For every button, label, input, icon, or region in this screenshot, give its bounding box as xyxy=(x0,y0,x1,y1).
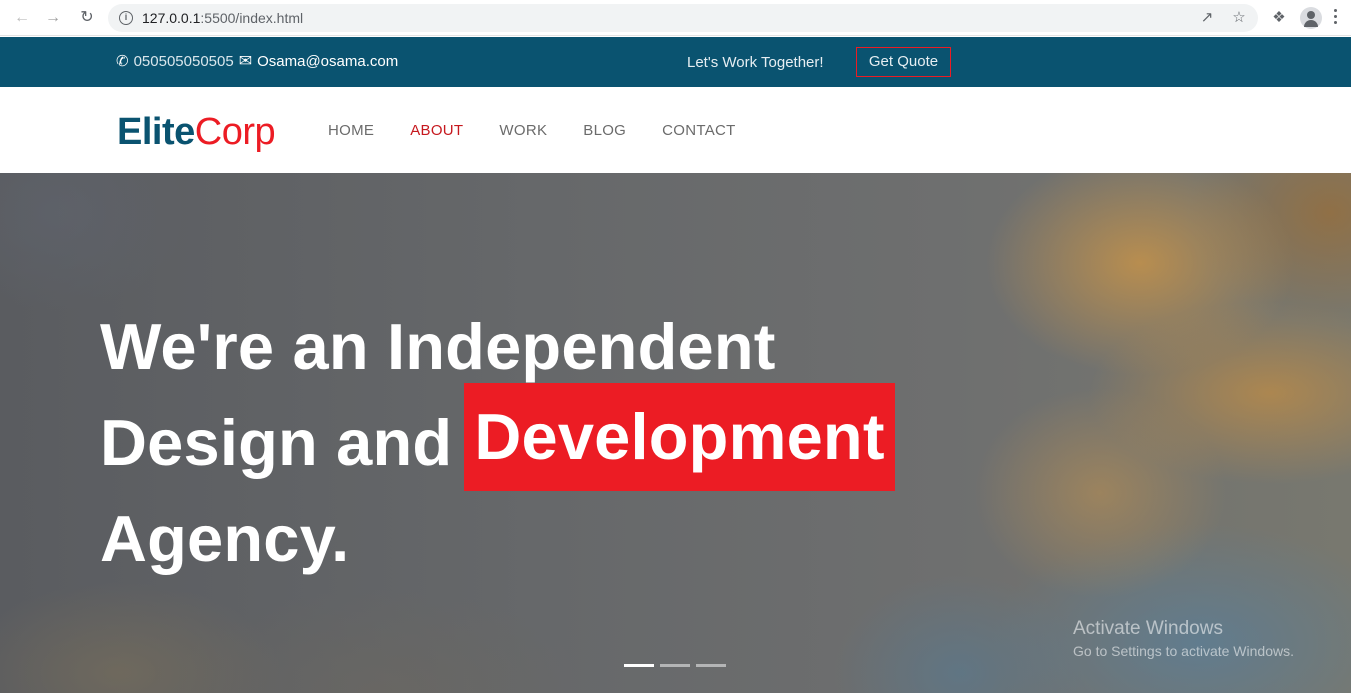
nav-item-about[interactable]: ABOUT xyxy=(410,122,463,139)
hero-highlight: Development xyxy=(464,383,895,491)
nav-item-work[interactable]: WORK xyxy=(499,122,547,139)
site-logo[interactable]: EliteCorp xyxy=(117,111,276,154)
get-quote-button[interactable]: Get Quote xyxy=(856,47,951,77)
bookmark-star-icon[interactable]: ☆ xyxy=(1230,9,1248,27)
forward-arrow-icon[interactable]: → xyxy=(43,8,63,28)
nav-item-blog[interactable]: BLOG xyxy=(583,122,626,139)
hero-heading: We're an Independent Design and Developme… xyxy=(100,299,895,587)
windows-activation-watermark: Activate Windows Go to Settings to activ… xyxy=(1073,618,1294,659)
logo-part-elite: Elite xyxy=(117,111,195,153)
watermark-title: Activate Windows xyxy=(1073,618,1223,639)
hero-line-3: Agency. xyxy=(100,502,350,575)
url-text[interactable]: 127.0.0.1:5500/index.html xyxy=(142,10,303,26)
hero-line-2: Design and Development xyxy=(100,383,895,491)
phone-number: 050505050505 xyxy=(133,52,234,70)
address-bar[interactable]: i 127.0.0.1:5500/index.html ↗ ☆ xyxy=(108,4,1258,32)
carousel-indicator-1[interactable] xyxy=(624,664,654,667)
reload-icon[interactable]: ↻ xyxy=(77,8,97,28)
browser-menu-icon[interactable] xyxy=(1332,9,1338,27)
hero-line-2-prefix: Design and xyxy=(100,406,453,479)
carousel-indicator-3[interactable] xyxy=(696,664,726,667)
site-info-icon[interactable]: i xyxy=(119,11,133,25)
contact-info: ✆ 050505050505 ✉ Osama@osama.com xyxy=(116,51,398,71)
logo-part-corp: Corp xyxy=(194,111,276,153)
tagline-text: Let's Work Together! xyxy=(687,54,824,71)
carousel-indicator-2[interactable] xyxy=(660,664,690,667)
nav-menu: HOME ABOUT WORK BLOG CONTACT xyxy=(328,122,772,139)
back-arrow-icon[interactable]: ← xyxy=(12,8,32,28)
main-navbar: EliteCorp HOME ABOUT WORK BLOG CONTACT xyxy=(0,87,1351,173)
url-host: 127.0.0.1 xyxy=(142,10,201,26)
watermark-subtitle: Go to Settings to activate Windows. xyxy=(1073,643,1294,659)
top-info-bar: ✆ 050505050505 ✉ Osama@osama.com Let's W… xyxy=(0,37,1351,87)
nav-item-home[interactable]: HOME xyxy=(328,122,374,139)
nav-item-contact[interactable]: CONTACT xyxy=(662,122,735,139)
envelope-icon: ✉ xyxy=(238,53,253,70)
email-address: Osama@osama.com xyxy=(257,52,399,70)
phone-icon: ✆ xyxy=(116,53,129,70)
url-path: :5500/index.html xyxy=(200,10,304,26)
profile-avatar-icon[interactable] xyxy=(1300,7,1322,29)
extensions-puzzle-icon[interactable]: ❖ xyxy=(1270,9,1288,27)
hero-line-1: We're an Independent xyxy=(100,310,776,383)
carousel-indicators xyxy=(624,664,732,667)
share-icon[interactable]: ↗ xyxy=(1198,9,1216,27)
hero-carousel: We're an Independent Design and Developme… xyxy=(0,173,1351,693)
browser-toolbar: ← → ↻ i 127.0.0.1:5500/index.html ↗ ☆ ❖ xyxy=(0,0,1351,36)
